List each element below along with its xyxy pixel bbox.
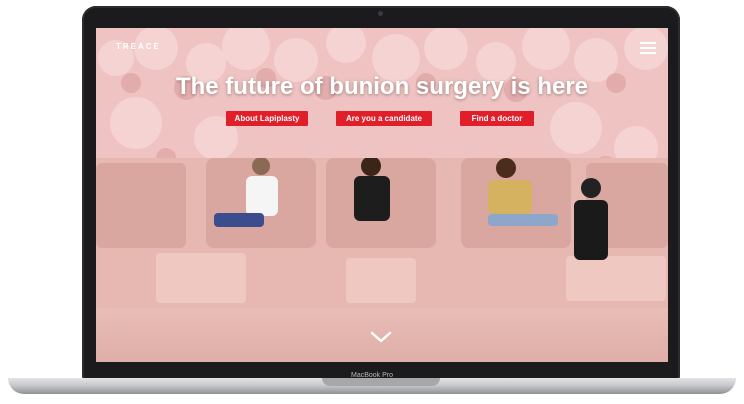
laptop-mockup: TREACE The future of bunion surgery is h… <box>0 0 744 404</box>
webcam-icon <box>378 11 383 16</box>
find-doctor-button[interactable]: Find a doctor <box>460 111 534 126</box>
flower-wall-image <box>96 28 668 178</box>
candidate-button[interactable]: Are you a candidate <box>336 111 432 126</box>
device-label: MacBook Pro <box>350 372 394 379</box>
hamburger-menu-icon[interactable] <box>640 39 656 54</box>
chevron-down-icon[interactable] <box>369 328 393 346</box>
site-logo[interactable]: TREACE <box>116 42 161 51</box>
hero-headline: The future of bunion surgery is here <box>175 73 589 100</box>
laptop-notch <box>322 378 440 386</box>
pedicure-salon-image <box>96 158 668 308</box>
website-screen: TREACE The future of bunion surgery is h… <box>96 28 668 362</box>
about-lapiplasty-button[interactable]: About Lapiplasty <box>226 111 308 126</box>
